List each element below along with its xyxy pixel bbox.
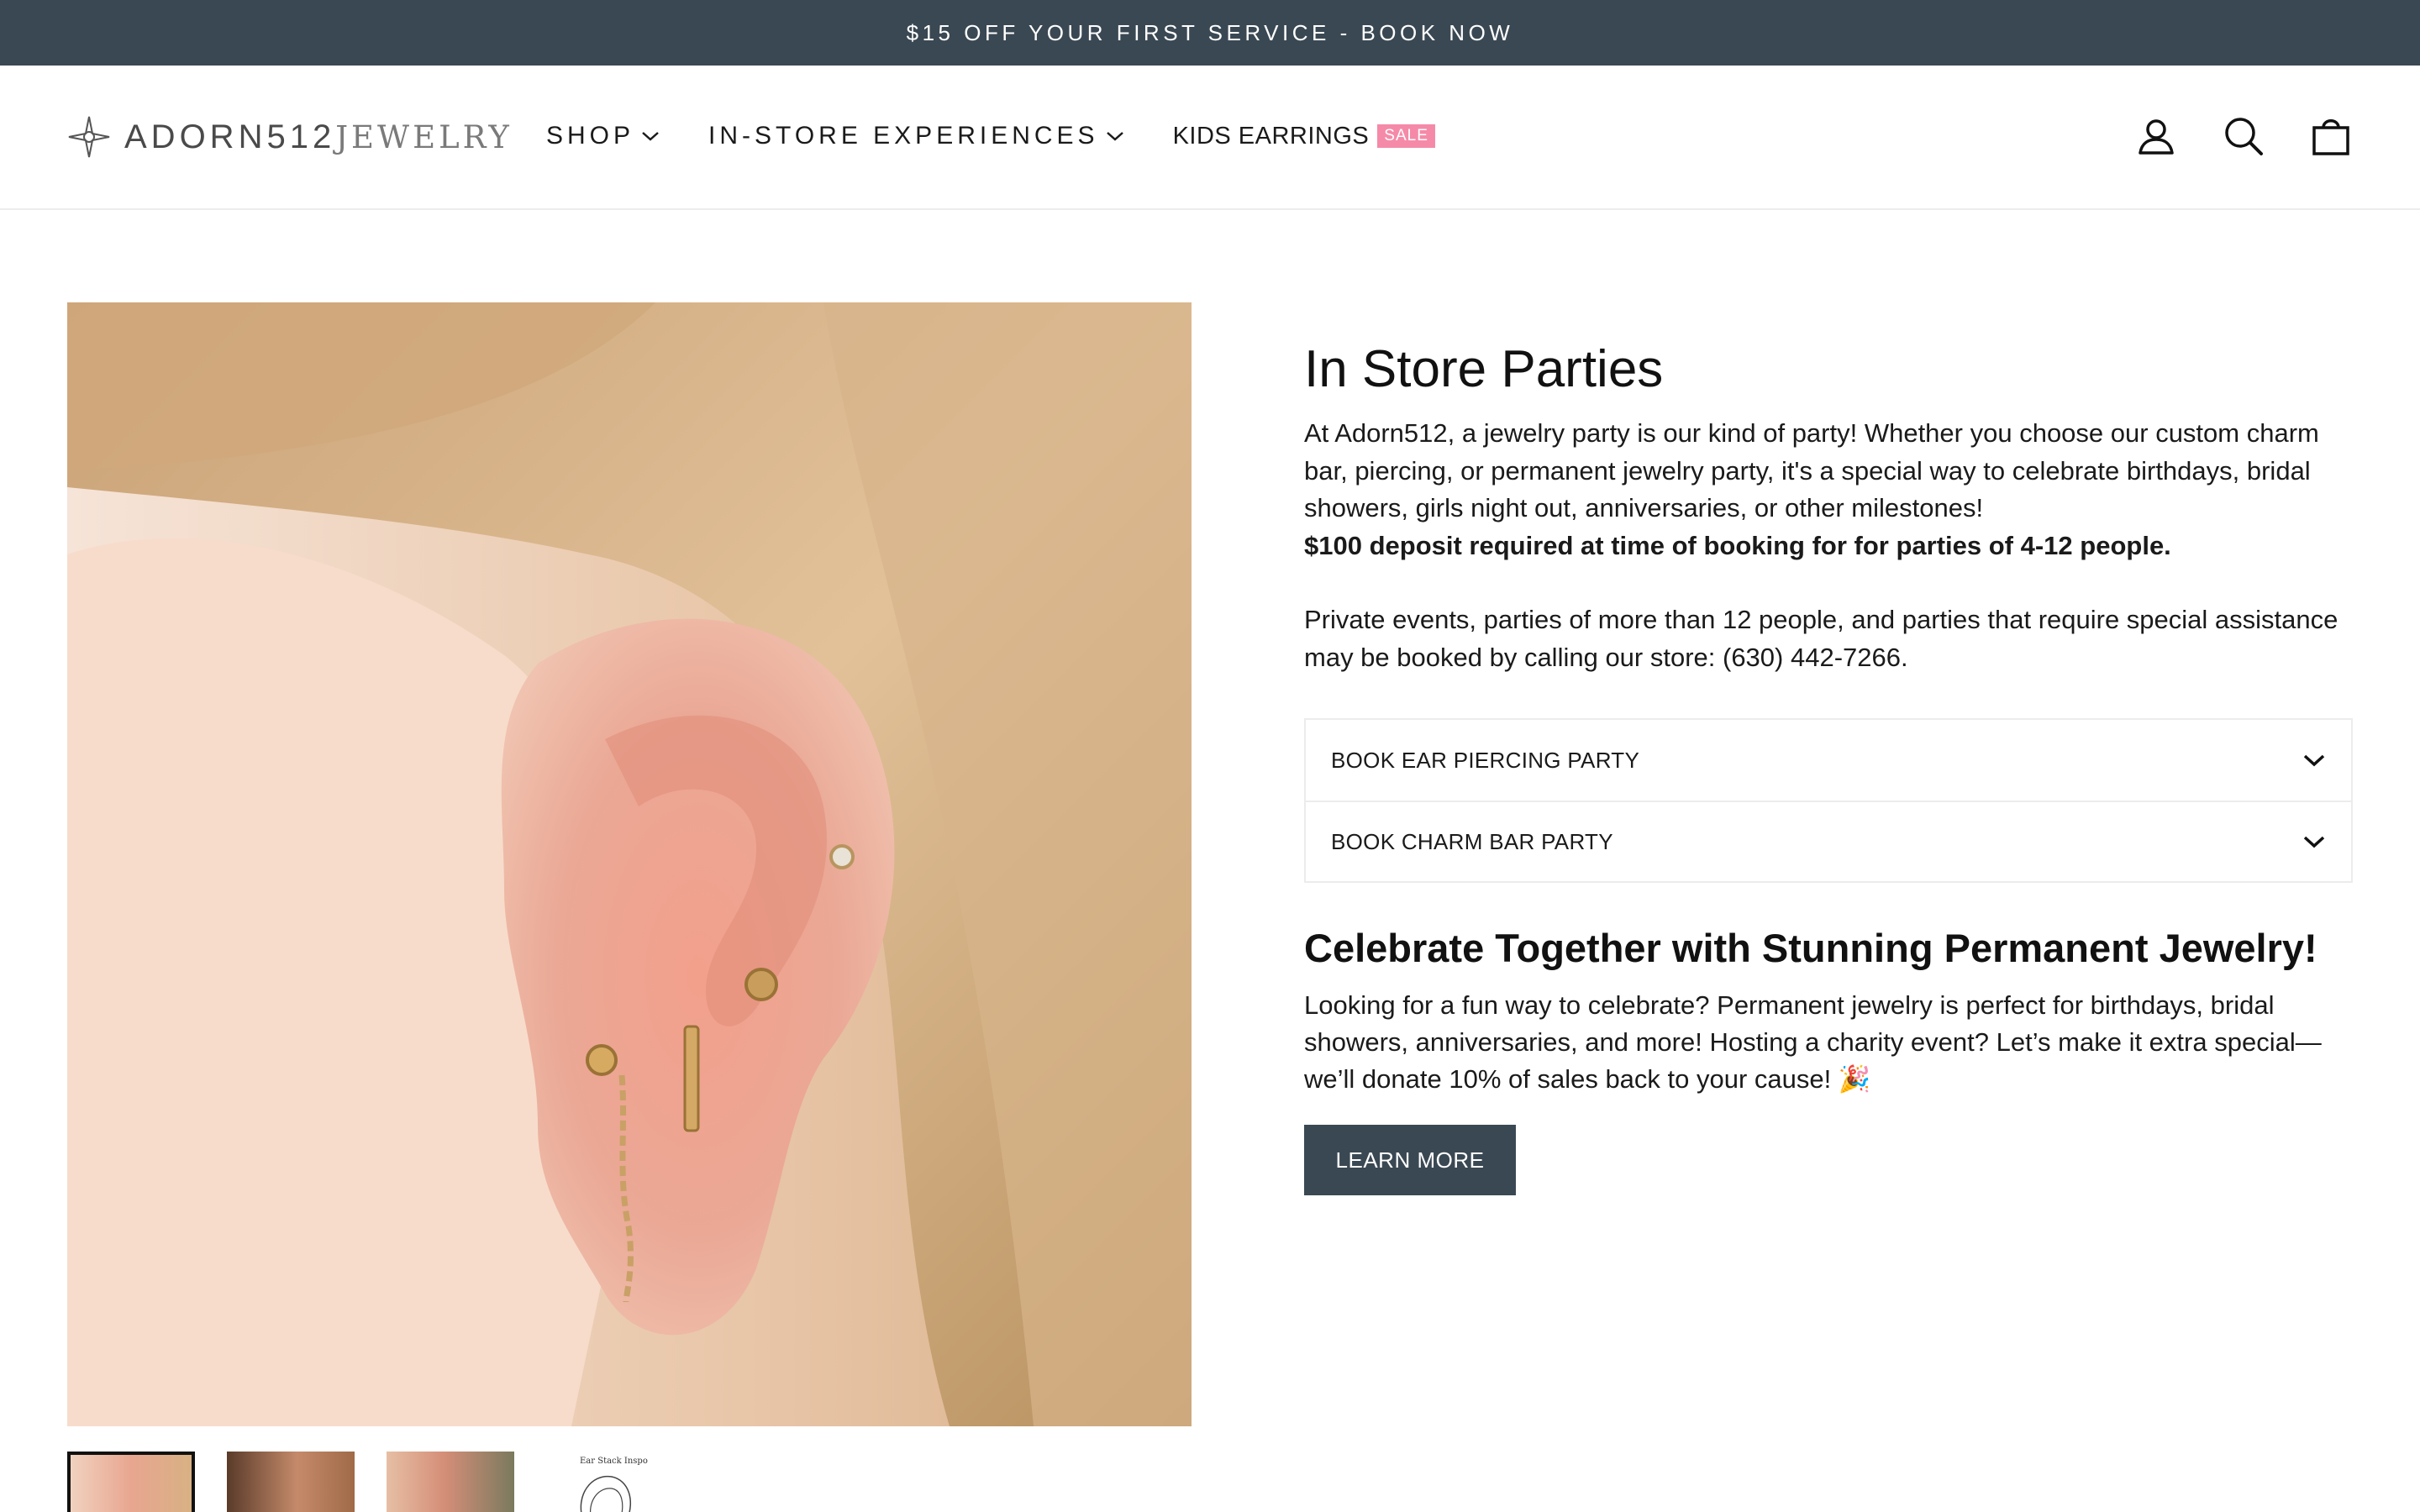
logo-star-icon — [68, 116, 110, 158]
booking-accordion: BOOK EAR PIERCING PARTY BOOK CHARM BAR P… — [1304, 718, 2353, 883]
thumbnail-4[interactable]: Ear Stack Inspo — [546, 1452, 674, 1512]
header-icons — [2134, 114, 2353, 158]
nav-in-store-experiences[interactable]: IN-STORE EXPERIENCES — [708, 122, 1124, 150]
main-nav: SHOP IN-STORE EXPERIENCES KIDS EARRINGS … — [546, 114, 1435, 158]
ear-photo — [67, 302, 1192, 1426]
product-info: In Store Parties At Adorn512, a jewelry … — [1304, 336, 2353, 1195]
thumbnail-caption: Ear Stack Inspo — [580, 1457, 648, 1466]
nav-in-store-label: IN-STORE EXPERIENCES — [708, 122, 1099, 150]
permanent-jewelry-text: Looking for a fun way to celebrate? Perm… — [1304, 990, 2322, 1094]
accordion-charm-bar[interactable]: BOOK CHARM BAR PARTY — [1306, 801, 2351, 881]
intro-body: At Adorn512, a jewelry party is our kind… — [1304, 418, 2319, 522]
nav-kids-earrings[interactable]: KIDS EARRINGS SALE — [1173, 123, 1435, 150]
intro-text: At Adorn512, a jewelry party is our kind… — [1304, 415, 2353, 564]
thumbnail-2[interactable] — [227, 1452, 355, 1512]
thumbnail-1[interactable] — [67, 1452, 195, 1512]
learn-more-button[interactable]: LEARN MORE — [1304, 1125, 1516, 1195]
accordion-ear-piercing-label: BOOK EAR PIERCING PARTY — [1331, 747, 1640, 773]
product-main-image[interactable] — [67, 302, 1192, 1426]
site-header: ADORN512JEWELRY SHOP IN-STORE EXPERIENCE… — [0, 66, 2420, 210]
logo-wordmark: ADORN512JEWELRY — [124, 118, 513, 156]
thumbnail-strip: Ear Stack Inspo — [67, 1452, 706, 1512]
accordion-ear-piercing[interactable]: BOOK EAR PIERCING PARTY — [1306, 720, 2351, 801]
nav-shop[interactable]: SHOP — [546, 122, 660, 150]
chevron-down-icon — [2303, 754, 2325, 767]
cart-button[interactable] — [2309, 114, 2353, 158]
announcement-text[interactable]: $15 OFF YOUR FIRST SERVICE - BOOK NOW — [907, 20, 1514, 46]
product-title: In Store Parties — [1304, 340, 1664, 398]
thumbnail-3[interactable] — [387, 1452, 514, 1512]
account-icon — [2139, 119, 2174, 155]
logo-part1: ADORN512 — [124, 118, 336, 155]
ear-outline-icon — [580, 1475, 631, 1512]
search-button[interactable] — [2222, 114, 2265, 158]
accordion-charm-bar-label: BOOK CHARM BAR PARTY — [1331, 828, 1613, 854]
permanent-jewelry-heading: Celebrate Together with Stunning Permane… — [1304, 926, 2317, 970]
search-icon — [2225, 118, 2263, 155]
account-button[interactable] — [2134, 114, 2178, 158]
chevron-down-icon — [2303, 836, 2325, 848]
sale-badge: SALE — [1377, 124, 1435, 148]
chevron-down-icon — [642, 132, 659, 141]
cart-icon — [2312, 119, 2349, 155]
chevron-down-icon — [1106, 132, 1123, 141]
logo-part2: JEWELRY — [335, 118, 513, 155]
deposit-note: $100 deposit required at time of booking… — [1304, 530, 2171, 560]
nav-kids-label: KIDS EARRINGS — [1172, 122, 1370, 150]
nav-shop-label: SHOP — [546, 122, 635, 150]
private-events-text: Private events, parties of more than 12 … — [1304, 605, 2338, 672]
logo[interactable]: ADORN512JEWELRY — [67, 113, 513, 160]
announcement-bar[interactable]: $15 OFF YOUR FIRST SERVICE - BOOK NOW — [0, 0, 2420, 66]
